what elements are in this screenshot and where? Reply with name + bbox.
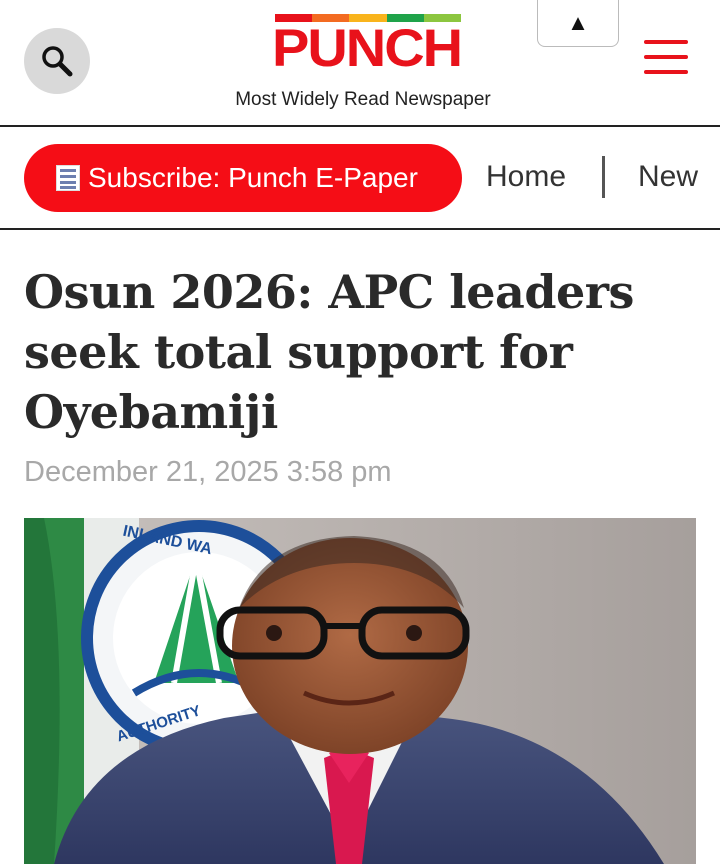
portrait-image: INLAND WA AUTHORITY bbox=[24, 518, 696, 864]
up-arrow-icon: ▲ bbox=[567, 10, 589, 35]
search-button[interactable] bbox=[24, 28, 90, 94]
site-header: PUNCH Most Widely Read Newspaper ▲ bbox=[0, 0, 720, 125]
subscribe-epaper-button[interactable]: Subscribe: Punch E-Paper bbox=[24, 144, 462, 212]
newspaper-icon bbox=[56, 165, 80, 191]
subscribe-label: Subscribe: Punch E-Paper bbox=[88, 162, 418, 193]
nav-item-home[interactable]: Home bbox=[486, 160, 566, 194]
nav-divider bbox=[0, 228, 720, 230]
nav-item-news[interactable]: New bbox=[638, 160, 698, 194]
hamburger-menu-icon[interactable] bbox=[644, 40, 688, 80]
scroll-to-top-button[interactable]: ▲ bbox=[537, 0, 619, 47]
article-photo[interactable]: INLAND WA AUTHORITY bbox=[24, 518, 696, 864]
header-divider bbox=[0, 125, 720, 127]
search-icon bbox=[42, 46, 73, 77]
nav-separator bbox=[602, 156, 605, 198]
punch-logo[interactable]: PUNCH bbox=[272, 14, 464, 76]
article-date: December 21, 2025 3:58 pm bbox=[24, 456, 392, 488]
logo-wordmark: PUNCH bbox=[272, 17, 463, 78]
article-headline: Osun 2026: APC leaders seek total suppor… bbox=[24, 265, 634, 439]
site-tagline: Most Widely Read Newspaper bbox=[235, 89, 491, 110]
top-navigation: Subscribe: Punch E-Paper Home New bbox=[0, 128, 720, 228]
